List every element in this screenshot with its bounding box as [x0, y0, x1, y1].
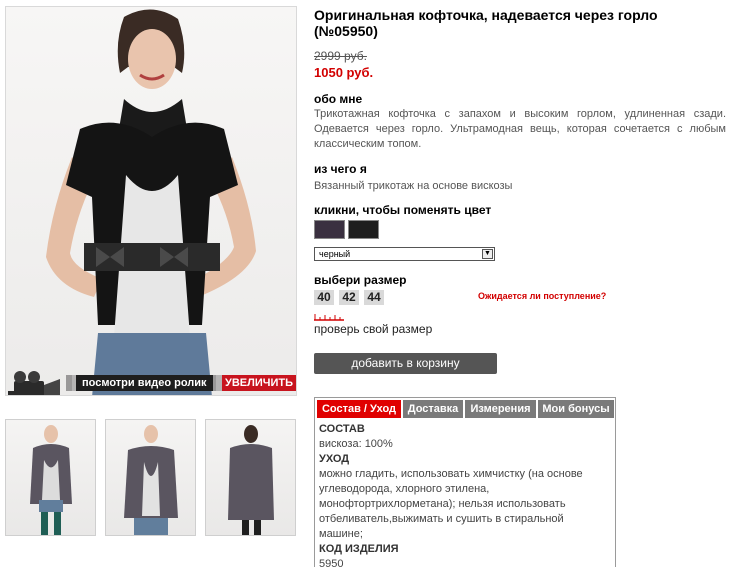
size-heading: выбери размер [314, 273, 407, 287]
color-select[interactable]: черный ▼ [314, 247, 495, 261]
tab-composition-care[interactable]: Состав / Уход [317, 400, 401, 418]
size-option-40[interactable]: 40 [314, 290, 334, 305]
product-title: Оригинальная кофточка, надевается через … [314, 7, 658, 39]
size-option-44[interactable]: 44 [364, 290, 384, 305]
zoom-button[interactable]: УВЕЛИЧИТЬ [221, 375, 296, 391]
tab-bonuses[interactable]: Мои бонусы [538, 400, 614, 418]
color-swatch-black[interactable] [348, 220, 379, 239]
thumbnail-2[interactable] [105, 419, 196, 536]
material-text: Вязанный трикотаж на основе вискозы [314, 180, 513, 192]
material-heading: из чего я [314, 162, 367, 176]
video-camera-icon[interactable] [6, 369, 64, 396]
info-tabs: Состав / Уход Доставка Измерения Мои бон… [314, 397, 616, 570]
code-value: 5950 [319, 558, 344, 570]
code-label: КОД ИЗДЕЛИЯ [319, 543, 399, 555]
thumbnail-1[interactable] [5, 419, 96, 536]
notify-availability-link[interactable]: Ожидается ли поступление? [478, 291, 606, 301]
composition-label: СОСТАВ [319, 423, 365, 435]
new-price: 1050 руб. [314, 65, 374, 80]
model-illustration [46, 9, 256, 395]
size-option-42[interactable]: 42 [339, 290, 359, 305]
watch-video-link[interactable]: посмотри видео ролик [76, 375, 213, 391]
old-price: 2999 руб. [314, 49, 367, 63]
composition-value: вискоза: 100% [319, 438, 393, 450]
color-select-value: черный [319, 249, 351, 259]
check-size-link[interactable]: проверь свой размер [314, 322, 432, 336]
tab-delivery[interactable]: Доставка [403, 400, 463, 418]
color-heading: кликни, чтобы поменять цвет [314, 203, 492, 217]
about-heading: обо мне [314, 92, 363, 106]
color-swatch-purple[interactable] [314, 220, 345, 239]
video-bar[interactable]: посмотри видео ролик УВЕЛИЧИТЬ [6, 369, 296, 395]
thumbnail-photo [124, 425, 178, 535]
main-product-photo[interactable]: посмотри видео ролик УВЕЛИЧИТЬ [5, 6, 297, 396]
care-label: УХОД [319, 453, 350, 465]
thumbnail-photo [228, 425, 274, 535]
about-text: Трикотажная кофточка с запахом и высоким… [314, 108, 726, 150]
thumbnail-3[interactable] [205, 419, 296, 536]
thumbnail-photo [30, 425, 72, 535]
tab-measurements[interactable]: Измерения [465, 400, 536, 418]
care-value: можно гладить, использовать химчистку (н… [319, 468, 583, 540]
ruler-icon[interactable] [314, 313, 344, 321]
add-to-cart-button[interactable]: добавить в корзину [314, 353, 497, 374]
chevron-down-icon[interactable]: ▼ [482, 249, 493, 259]
tab-content: СОСТАВ вискоза: 100% УХОД можно гладить,… [319, 422, 609, 572]
